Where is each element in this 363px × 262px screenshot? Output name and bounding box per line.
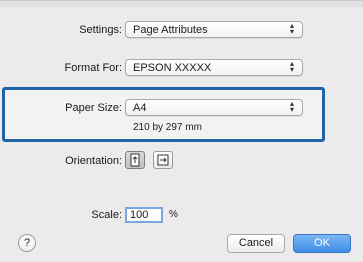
paper-size-value: A4 xyxy=(133,102,147,114)
scale-label: Scale: xyxy=(91,209,122,221)
format-for-popup[interactable]: EPSON XXXXX ▴ ▾ xyxy=(125,59,303,76)
settings-popup[interactable]: Page Attributes ▴ ▾ xyxy=(125,21,303,38)
dialog-top-edge xyxy=(0,1,363,7)
settings-label: Settings: xyxy=(79,24,122,36)
portrait-orientation-button[interactable] xyxy=(125,151,145,169)
format-for-value: EPSON XXXXX xyxy=(133,62,212,74)
orientation-label: Orientation: xyxy=(65,155,122,167)
settings-value: Page Attributes xyxy=(133,24,208,36)
paper-size-label: Paper Size: xyxy=(65,102,122,114)
landscape-orientation-button[interactable] xyxy=(153,151,173,169)
cancel-button[interactable]: Cancel xyxy=(227,234,285,253)
landscape-orientation-icon xyxy=(157,154,169,166)
paper-size-popup[interactable]: A4 ▴ ▾ xyxy=(125,99,303,116)
portrait-orientation-icon xyxy=(130,153,140,167)
help-button[interactable]: ? xyxy=(18,234,36,252)
format-for-label: Format For: xyxy=(64,62,122,74)
updown-arrows-icon: ▴ ▾ xyxy=(289,59,294,74)
updown-arrows-icon: ▴ ▾ xyxy=(289,99,294,114)
scale-input[interactable]: 100 xyxy=(125,207,163,223)
page-setup-dialog: Settings: Page Attributes ▴ ▾ Format For:… xyxy=(0,0,363,262)
paper-dimensions: 210 by 297 mm xyxy=(133,122,202,133)
scale-unit: % xyxy=(169,209,178,220)
updown-arrows-icon: ▴ ▾ xyxy=(289,21,294,36)
ok-button[interactable]: OK xyxy=(293,234,351,253)
scale-value: 100 xyxy=(130,209,149,221)
